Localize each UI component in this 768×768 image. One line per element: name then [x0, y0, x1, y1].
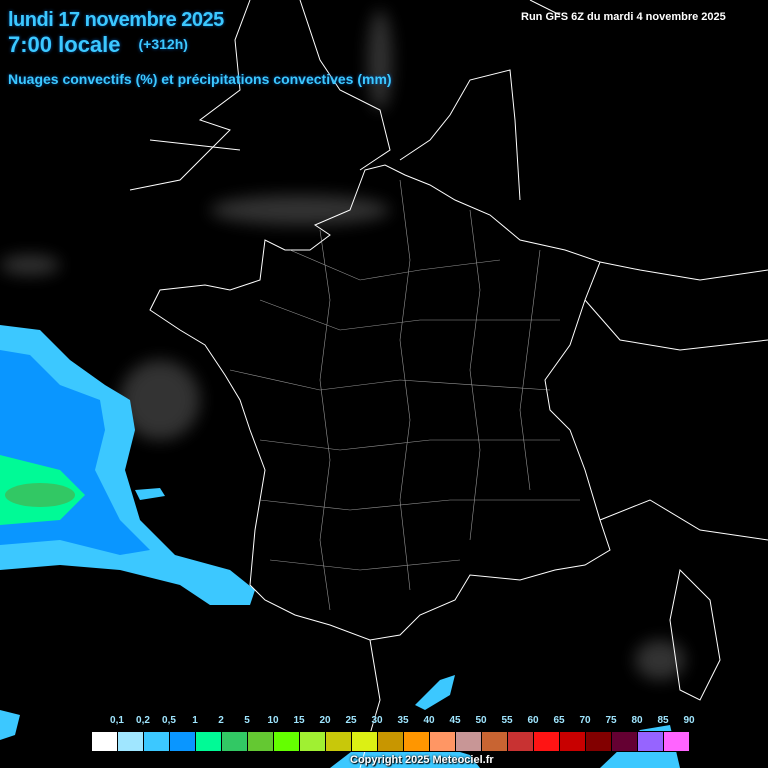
local-time: 7:00 locale	[8, 32, 121, 57]
legend-swatch	[352, 732, 378, 751]
legend-label: 10	[267, 715, 279, 726]
legend-swatch	[456, 732, 482, 751]
legend-swatch	[586, 732, 612, 751]
legend-label: 90	[683, 715, 695, 726]
legend-swatch	[508, 732, 534, 751]
legend-swatch	[430, 732, 456, 751]
precipitation-areas	[0, 325, 680, 768]
legend-swatch	[612, 732, 638, 751]
legend-label: 75	[605, 715, 617, 726]
legend-label: 55	[501, 715, 513, 726]
legend-label: 45	[449, 715, 461, 726]
legend-swatch	[92, 732, 118, 751]
department-lines	[229, 179, 580, 611]
forecast-date: lundi 17 novembre 2025	[8, 9, 224, 31]
forecast-offset: (+312h)	[138, 36, 188, 52]
legend-label: 25	[345, 715, 357, 726]
legend-swatch	[378, 732, 404, 751]
legend-swatch	[300, 732, 326, 751]
legend-swatch	[118, 732, 144, 751]
model-run-info: Run GFS 6Z du mardi 4 novembre 2025	[521, 11, 726, 23]
legend-swatch	[482, 732, 508, 751]
forecast-time: 7:00 locale (+312h)	[8, 32, 188, 58]
legend-swatch	[248, 732, 274, 751]
map-canvas	[0, 0, 768, 768]
legend-label: 40	[423, 715, 435, 726]
legend-swatch	[664, 732, 690, 751]
benelux-coast	[399, 0, 561, 201]
legend-swatch	[326, 732, 352, 751]
legend-label: 85	[657, 715, 669, 726]
legend-swatch	[170, 732, 196, 751]
legend-label: 0,1	[110, 715, 124, 726]
legend-label: 65	[553, 715, 565, 726]
legend-label: 50	[475, 715, 487, 726]
legend-swatch	[144, 732, 170, 751]
legend-swatch	[196, 732, 222, 751]
legend-swatch	[222, 732, 248, 751]
weather-map: lundi 17 novembre 2025 7:00 locale (+312h…	[0, 0, 768, 768]
legend-swatch	[560, 732, 586, 751]
legend-label: 35	[397, 715, 409, 726]
legend-swatch	[638, 732, 664, 751]
legend-label: 15	[293, 715, 305, 726]
legend-label: 0,2	[136, 715, 150, 726]
legend-label: 5	[244, 715, 250, 726]
legend-swatch	[534, 732, 560, 751]
copyright: Copyright 2025 Meteociel.fr	[350, 754, 494, 766]
legend-label: 60	[527, 715, 539, 726]
legend-label: 1	[192, 715, 198, 726]
legend-label: 70	[579, 715, 591, 726]
legend-label: 0,5	[162, 715, 176, 726]
legend-label: 2	[218, 715, 224, 726]
color-legend	[91, 731, 691, 752]
cloud-cover	[0, 10, 685, 680]
legend-label: 80	[631, 715, 643, 726]
legend-swatch	[404, 732, 430, 751]
map-subtitle: Nuages convectifs (%) et précipitations …	[8, 71, 392, 87]
legend-swatch	[274, 732, 300, 751]
legend-label: 20	[319, 715, 331, 726]
legend-label: 30	[371, 715, 383, 726]
